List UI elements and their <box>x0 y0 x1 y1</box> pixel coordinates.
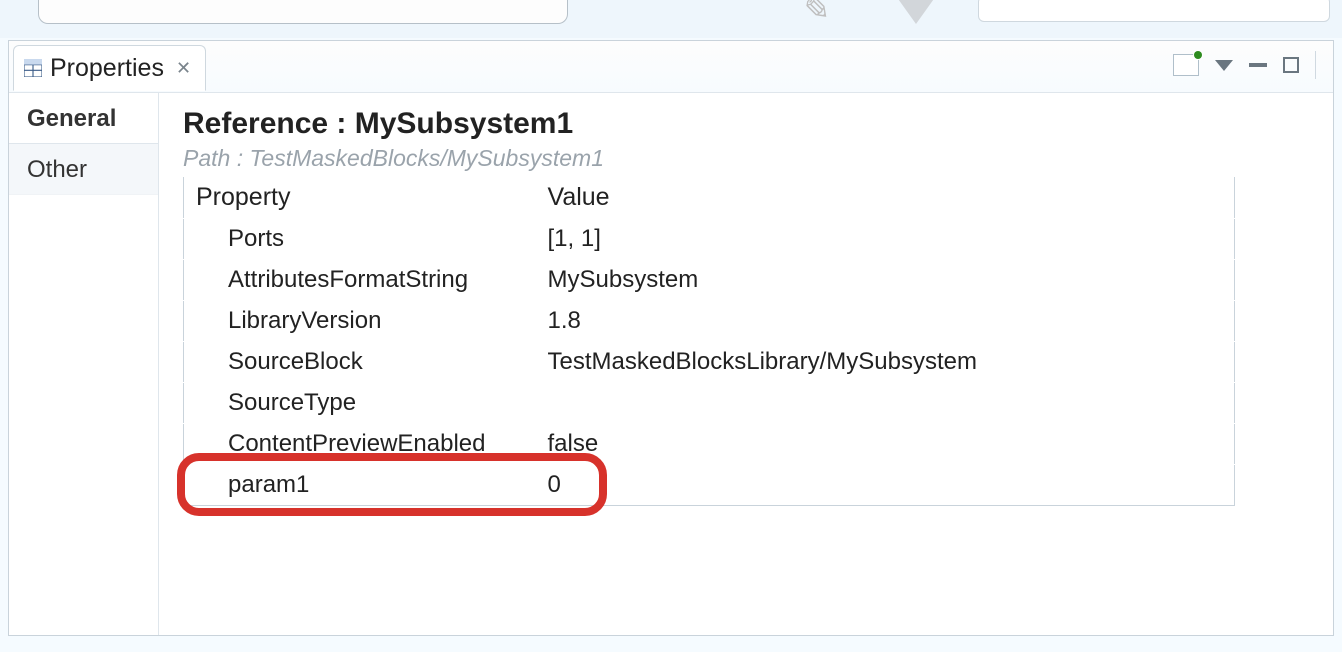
property-value: TestMaskedBlocksLibrary/MySubsystem <box>536 342 1235 383</box>
property-name: SourceType <box>184 383 536 424</box>
tab-properties[interactable]: Properties ✕ <box>13 45 206 91</box>
property-name: AttributesFormatString <box>184 260 536 301</box>
properties-table: Property Value Ports [1, 1] AttributesFo… <box>183 176 1235 506</box>
property-name: LibraryVersion <box>184 301 536 342</box>
table-row[interactable]: SourceBlock TestMaskedBlocksLibrary/MySu… <box>184 342 1235 383</box>
properties-sidebar: General Other <box>9 93 159 635</box>
property-value: false <box>536 424 1235 465</box>
properties-icon <box>24 59 42 77</box>
table-row[interactable]: AttributesFormatString MySubsystem <box>184 260 1235 301</box>
view-menu-chevron[interactable] <box>1215 60 1233 71</box>
col-value: Value <box>536 177 1235 219</box>
properties-view: Properties ✕ General Other Reference : M… <box>8 40 1334 636</box>
maximize-button[interactable] <box>1283 57 1299 73</box>
property-value: [1, 1] <box>536 219 1235 260</box>
table-row[interactable]: SourceType <box>184 383 1235 424</box>
property-name: SourceBlock <box>184 342 536 383</box>
property-value: MySubsystem <box>536 260 1235 301</box>
toolbar-slab-right <box>978 0 1330 22</box>
property-value <box>536 383 1235 424</box>
table-row[interactable]: param1 0 <box>184 465 1235 506</box>
top-toolbar-fragment: ✎ <box>0 0 1342 38</box>
new-view-button[interactable] <box>1173 54 1199 76</box>
close-icon[interactable]: ✕ <box>176 58 191 79</box>
minimize-button[interactable] <box>1249 63 1267 67</box>
sidebar-item-label: General <box>27 105 116 132</box>
toolbar-slab-left <box>38 0 568 24</box>
property-name: param1 <box>184 465 536 506</box>
property-name: Ports <box>184 219 536 260</box>
col-property: Property <box>184 177 536 219</box>
view-toolbar-right <box>1173 51 1321 79</box>
tab-properties-label: Properties <box>50 54 164 83</box>
view-edge <box>1315 51 1321 79</box>
reference-title: Reference : MySubsystem1 <box>183 107 1309 141</box>
view-tabbar: Properties ✕ <box>9 41 1333 93</box>
properties-content: Reference : MySubsystem1 Path : TestMask… <box>159 93 1333 635</box>
table-row[interactable]: ContentPreviewEnabled false <box>184 424 1235 465</box>
property-value: 0 <box>536 465 1235 506</box>
property-value: 1.8 <box>536 301 1235 342</box>
reference-path: Path : TestMaskedBlocks/MySubsystem1 <box>183 145 1309 172</box>
sidebar-item-other[interactable]: Other <box>9 144 158 195</box>
sidebar-item-general[interactable]: General <box>9 93 158 144</box>
property-name: ContentPreviewEnabled <box>184 424 536 465</box>
sidebar-item-label: Other <box>27 156 87 183</box>
table-row[interactable]: LibraryVersion 1.8 <box>184 301 1235 342</box>
table-row[interactable]: Ports [1, 1] <box>184 219 1235 260</box>
edit-icon: ✎ <box>797 0 831 32</box>
table-header-row: Property Value <box>184 177 1235 219</box>
down-arrow-icon <box>886 0 946 24</box>
